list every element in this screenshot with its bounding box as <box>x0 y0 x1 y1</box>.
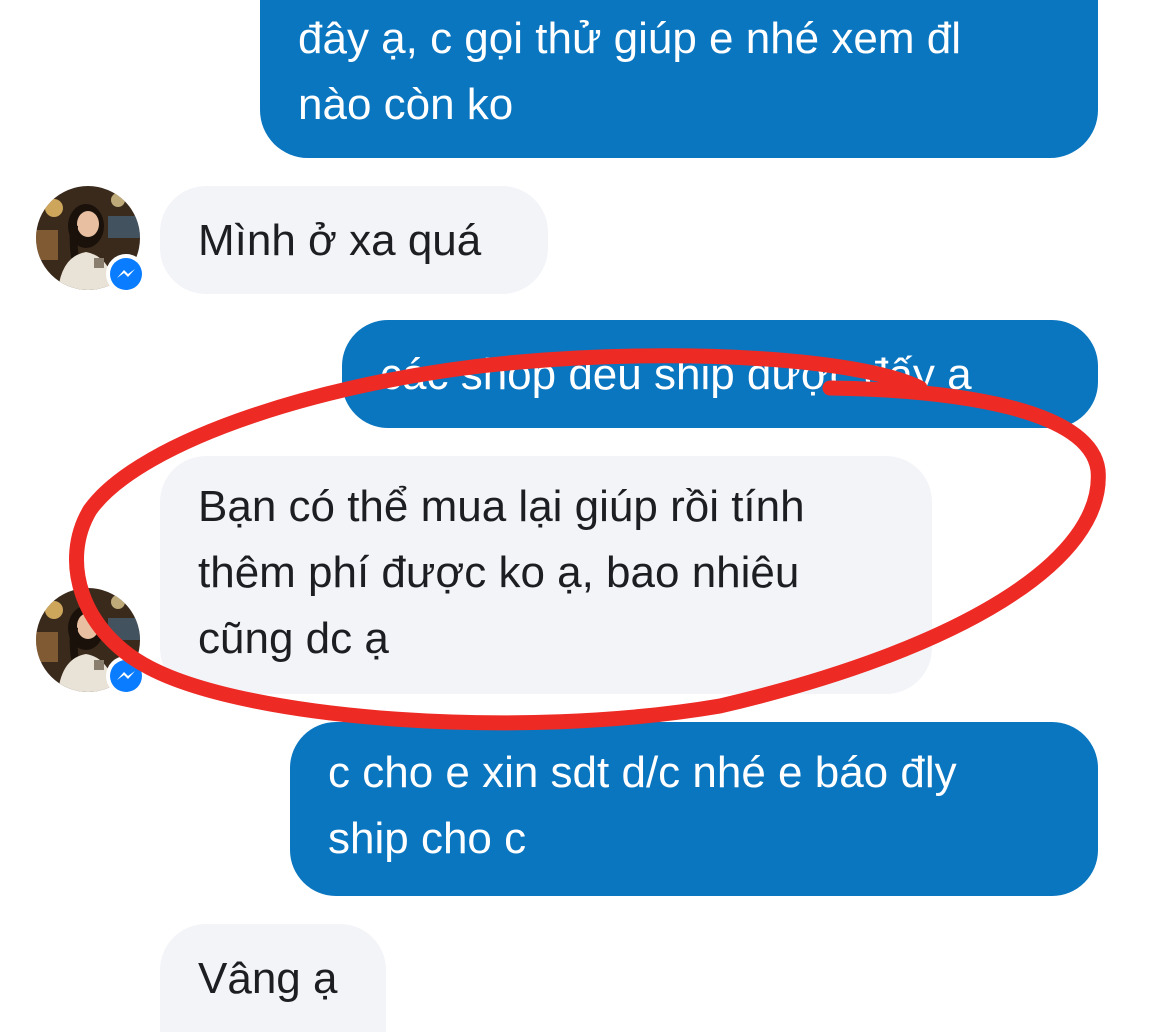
contact-avatar[interactable] <box>36 588 146 696</box>
outgoing-message-bubble[interactable]: các shop đều ship được đấy ạ <box>342 320 1098 428</box>
outgoing-message-bubble[interactable]: đây ạ, c gọi thử giúp e nhé xem đl nào c… <box>260 0 1098 158</box>
messenger-icon <box>110 258 142 290</box>
messenger-icon <box>110 660 142 692</box>
incoming-message-bubble[interactable]: Bạn có thể mua lại giúp rồi tính thêm ph… <box>160 456 932 694</box>
incoming-message-bubble[interactable]: Vâng ạ <box>160 924 386 1032</box>
outgoing-message-bubble[interactable]: c cho e xin sdt d/c nhé e báo đly ship c… <box>290 722 1098 896</box>
chat-thread: đây ạ, c gọi thử giúp e nhé xem đl nào c… <box>0 0 1170 1032</box>
messenger-badge <box>106 656 146 696</box>
contact-avatar[interactable] <box>36 186 146 294</box>
messenger-badge <box>106 254 146 294</box>
incoming-message-bubble[interactable]: Mình ở xa quá <box>160 186 548 294</box>
